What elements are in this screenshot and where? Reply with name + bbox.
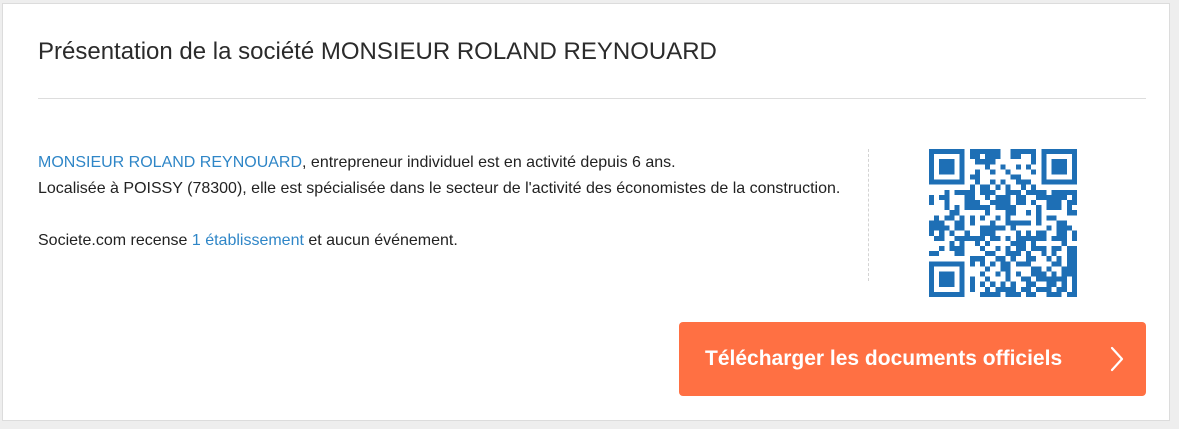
vertical-separator [868,149,869,281]
establishment-link[interactable]: 1 établissement [192,232,304,249]
download-button-label: Télécharger les documents officiels [705,347,1063,370]
company-name-link[interactable]: MONSIEUR ROLAND REYNOUARD [38,154,302,171]
recense-prefix: Societe.com recense [38,232,192,249]
divider [38,98,1146,99]
recense-paragraph: Societe.com recense 1 établissement et a… [38,228,858,254]
recense-suffix: et aucun événement. [303,232,458,249]
panel-title: Présentation de la société MONSIEUR ROLA… [38,38,717,65]
company-presentation-panel: Présentation de la société MONSIEUR ROLA… [2,3,1170,421]
description-paragraph: MONSIEUR ROLAND REYNOUARD, entrepreneur … [38,150,858,202]
activity-sentence: , entrepreneur individuel est en activit… [302,154,676,171]
company-description: MONSIEUR ROLAND REYNOUARD, entrepreneur … [38,150,858,254]
download-documents-button[interactable]: Télécharger les documents officiels [679,322,1146,396]
qr-code-icon [929,149,1077,297]
location-sentence: Localisée à POISSY (78300), elle est spé… [38,180,841,197]
chevron-right-icon [1110,346,1124,372]
